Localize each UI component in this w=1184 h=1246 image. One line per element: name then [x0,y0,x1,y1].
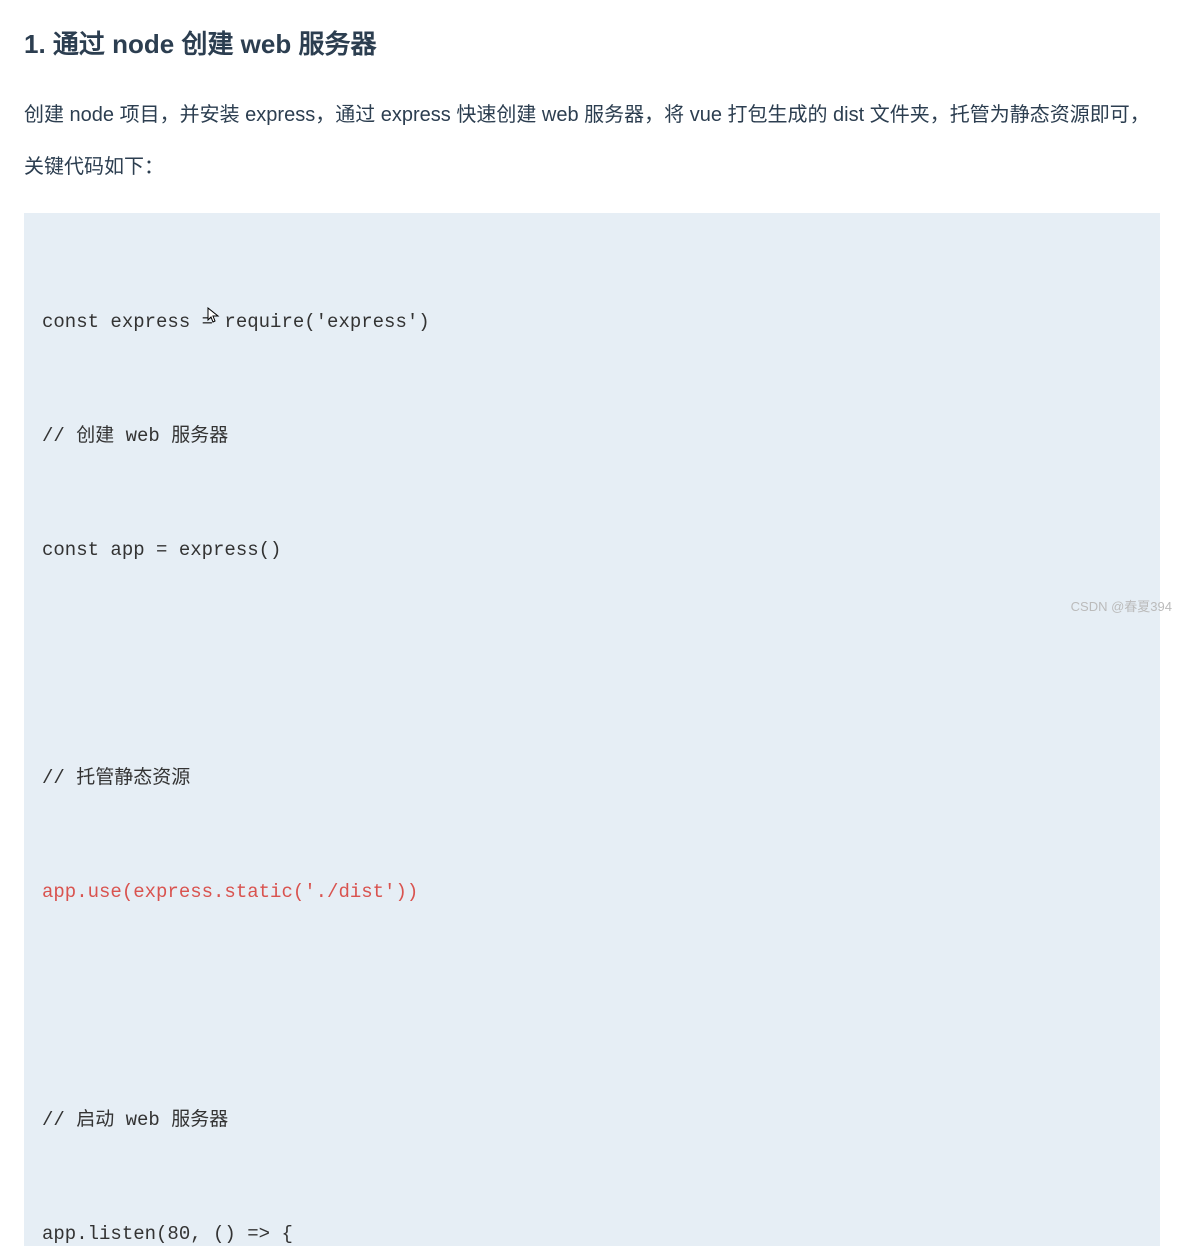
code-line-empty [42,645,1142,683]
document-content: 1. 通过 node 创建 web 服务器 创建 node 项目，并安装 exp… [0,0,1184,1246]
section-heading: 1. 通过 node 创建 web 服务器 [24,24,1160,61]
code-line-comment: // 创建 web 服务器 [42,417,1142,455]
watermark-text: CSDN @春夏394 [1071,596,1172,615]
code-line: app.listen(80, () => { [42,1215,1142,1246]
code-line-comment: // 启动 web 服务器 [42,1101,1142,1139]
code-line: const express = require('express') [42,303,1142,341]
code-block: const express = require('express') // 创建… [24,213,1160,1246]
code-line-empty [42,987,1142,1025]
code-line-comment: // 托管静态资源 [42,759,1142,797]
code-line-highlighted: app.use(express.static('./dist')) [42,873,1142,911]
code-line: const app = express() [42,531,1142,569]
section-description: 创建 node 项目，并安装 express，通过 express 快速创建 w… [24,89,1160,193]
